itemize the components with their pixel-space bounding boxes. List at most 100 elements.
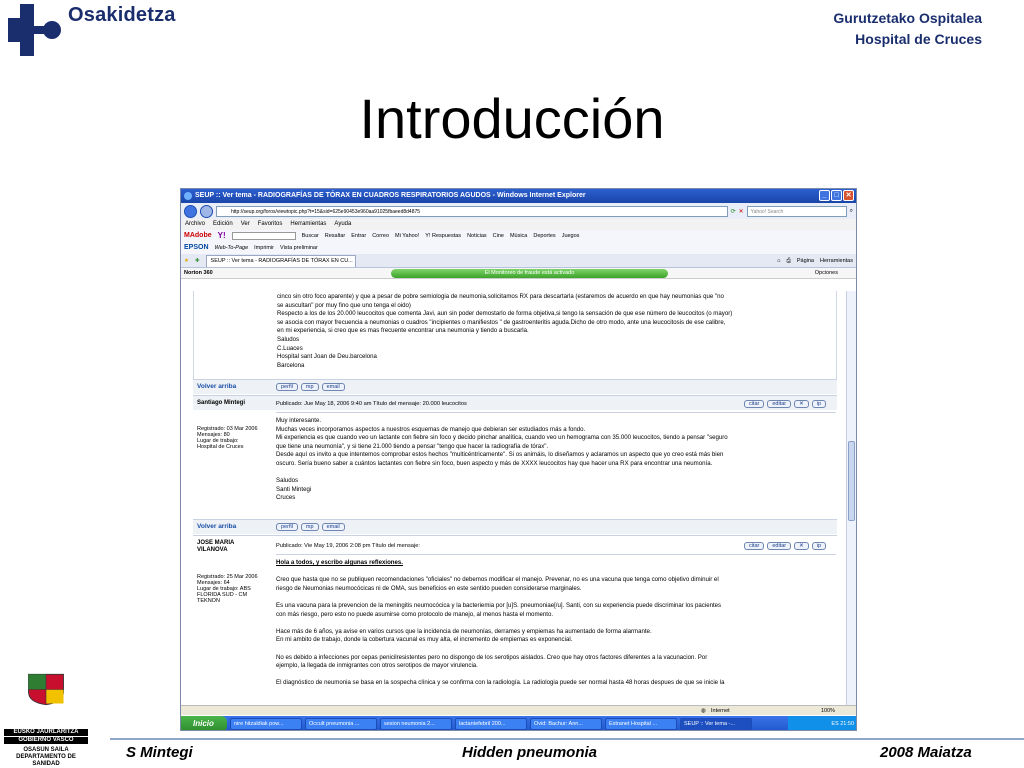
taskbar-item[interactable]: Extranet Hospital ... <box>605 718 677 730</box>
forum-content: cinco sin otro foco aparente) y que a pe… <box>181 291 848 706</box>
citar-button[interactable]: citar <box>743 542 765 550</box>
start-button[interactable]: Inicio <box>181 716 227 730</box>
favorites-star-icon[interactable]: ★ <box>184 254 189 268</box>
toolbar-entrar[interactable]: Entrar <box>351 230 366 242</box>
close-button[interactable]: ✕ <box>843 190 854 201</box>
post-line: Muy interesante. <box>276 417 322 424</box>
forward-button[interactable] <box>200 204 213 218</box>
delete-icon[interactable]: ✕ <box>794 400 809 408</box>
taskbar-item[interactable]: nire hitzaldiak pow... <box>230 718 302 730</box>
post-line: oscuro. Sería bueno saber a cuántos lact… <box>276 459 713 467</box>
volver-arriba-link[interactable]: Volver arriba <box>197 383 236 390</box>
scrollbar-thumb[interactable] <box>848 441 855 521</box>
toolbar-juegos[interactable]: Juegos <box>562 230 580 242</box>
post-line: cinco sin otro foco aparente) y que a pe… <box>277 293 724 300</box>
editar-button[interactable]: editar <box>767 542 792 550</box>
tools-menu[interactable]: Herramientas <box>820 254 853 268</box>
menu-edicion[interactable]: Edición <box>213 219 233 230</box>
editar-button[interactable]: editar <box>767 400 792 408</box>
ip-icon[interactable]: ip <box>811 400 826 408</box>
post-line: Es una vacuna para la prevencion de la m… <box>276 601 722 609</box>
perfil-button[interactable]: perfil <box>276 523 298 531</box>
hospital-line-1: Gurutzetako Ospitalea <box>833 10 982 26</box>
toolbar-mi-yahoo[interactable]: Mi Yahoo! <box>395 230 419 242</box>
profile-buttons: perfil mp email <box>276 523 345 531</box>
print-preview-button[interactable]: Vista preliminar <box>280 242 318 254</box>
post-luaces: cinco sin otro foco aparente) y que a pe… <box>193 291 837 379</box>
taskbar-item[interactable]: sesion neumonia 2... <box>380 718 452 730</box>
mp-button[interactable]: mp <box>300 383 319 391</box>
mp-button[interactable]: mp <box>300 523 319 531</box>
page-menu[interactable]: Página <box>797 254 814 268</box>
epson-toolbar: EPSON Web-To-Page Imprimir Vista prelimi… <box>181 242 856 254</box>
toolbar-search-input[interactable] <box>231 232 296 240</box>
toolbar-brand[interactable]: MAdobe <box>184 230 212 242</box>
yahoo-logo-icon[interactable]: Y! <box>218 230 226 242</box>
taskbar-item[interactable]: Occult pneumonia ... <box>305 718 377 730</box>
menu-favoritos[interactable]: Favoritos <box>258 219 283 230</box>
post-line: Cruces <box>276 494 296 502</box>
post-line: Santi Mintegi <box>276 485 312 493</box>
toolbar-musica[interactable]: Música <box>510 230 527 242</box>
add-favorites-icon[interactable]: ✚ <box>195 254 200 268</box>
options-menu[interactable]: Opciones <box>815 268 838 279</box>
menu-ver[interactable]: Ver <box>241 219 250 230</box>
toolbar-resaltar[interactable]: Resaltar <box>325 230 345 242</box>
taskbar-item[interactable]: Ovid: Bachur: Ann... <box>530 718 602 730</box>
author-info: Registrado: 03 Mar 2006 Mensajes: 80 Lug… <box>197 426 277 450</box>
maximize-button[interactable]: □ <box>831 190 842 201</box>
taskbar-item[interactable]: lactantefebril 200... <box>455 718 527 730</box>
print-button[interactable]: Imprimir <box>254 242 274 254</box>
print-icon[interactable]: ⎙ <box>786 254 790 268</box>
window-title: SEUP :: Ver tema - RADIOGRAFÍAS DE TÓRAX… <box>195 192 586 199</box>
taskbar-item-active[interactable]: SEUP :: Ver tema -... <box>680 718 752 730</box>
perfil-button[interactable]: perfil <box>276 383 298 391</box>
post-line: con más riesgo, pero esto no puede asumi… <box>276 610 554 618</box>
browser-window: SEUP :: Ver tema - RADIOGRAFÍAS DE TÓRAX… <box>180 188 857 731</box>
toolbar-respuestas[interactable]: Y! Respuestas <box>425 230 461 242</box>
toolbar-cine[interactable]: Cine <box>493 230 504 242</box>
post-line: Mi experiencia es que cuando veo un lact… <box>276 434 728 442</box>
post-line: ejemplo, la llegada de inmigrantes con o… <box>276 662 478 670</box>
menu-ayuda[interactable]: Ayuda <box>334 219 351 230</box>
menu-herramientas[interactable]: Herramientas <box>290 219 326 230</box>
email-button[interactable]: email <box>321 383 345 391</box>
author-name: VILANOVA <box>197 547 228 553</box>
status-bar: ◍ Internet 100% <box>181 705 856 716</box>
minimize-button[interactable]: _ <box>819 190 830 201</box>
toolbar-deportes[interactable]: Deportes <box>533 230 555 242</box>
tab-seup[interactable]: SEUP :: Ver tema - RADIOGRAFÍAS DE TÓRAX… <box>205 254 356 267</box>
citar-button[interactable]: citar <box>743 400 765 408</box>
zoom-level[interactable]: 100% <box>821 706 835 716</box>
stop-icon[interactable]: ✕ <box>739 208 744 215</box>
author-name: Santiago Mintegi <box>197 400 245 406</box>
toolbar-buscar[interactable]: Buscar <box>302 230 319 242</box>
norton-label: Norton 360 <box>184 270 213 276</box>
post-line: Desde aquí os invito a que intentemos co… <box>276 451 724 459</box>
back-button[interactable] <box>184 204 197 218</box>
web-to-page-button[interactable]: Web-To-Page <box>215 242 249 254</box>
delete-icon[interactable]: ✕ <box>794 542 809 550</box>
toolbar-correo[interactable]: Correo <box>372 230 389 242</box>
vertical-scrollbar[interactable] <box>846 291 856 706</box>
system-tray: ES 21:50 <box>788 716 856 730</box>
ip-icon[interactable]: ip <box>811 542 826 550</box>
post-line: que tiene una neumonía", y si tiene 21.0… <box>276 442 549 450</box>
post-heading: Hola a todos, y escribo algunas reflexio… <box>276 559 403 566</box>
search-input[interactable]: Yahoo! Search <box>746 205 847 217</box>
search-icon[interactable]: ⌕ <box>850 208 853 215</box>
email-button[interactable]: email <box>321 523 345 531</box>
address-input[interactable]: http://seup.org/foros/viewtopic.php?t=15… <box>216 205 728 217</box>
language-indicator[interactable]: ES <box>831 721 838 727</box>
toolbar-noticias[interactable]: Noticias <box>467 230 487 242</box>
refresh-icon[interactable]: ⟳ <box>731 208 736 215</box>
post-line: en mi experiencia, si creo que es mas fr… <box>277 327 529 335</box>
menu-archivo[interactable]: Archivo <box>185 219 205 230</box>
slide-footer: S Mintegi Hidden pneumonia 2008 Maiatza <box>0 742 1024 768</box>
tab-row: ★ ✚ SEUP :: Ver tema - RADIOGRAFÍAS DE T… <box>181 254 856 268</box>
volver-arriba-link[interactable]: Volver arriba <box>197 523 236 530</box>
home-icon[interactable]: ⌂ <box>777 254 780 268</box>
